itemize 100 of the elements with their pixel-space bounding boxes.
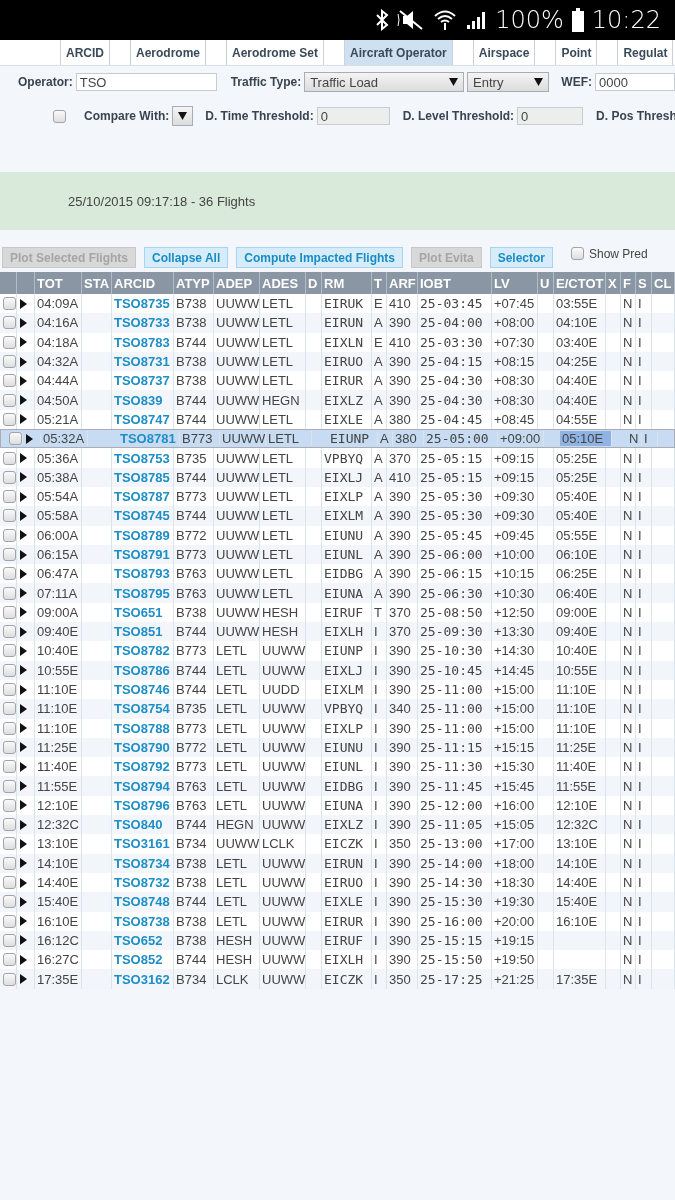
tab[interactable]: Regulat <box>617 40 674 65</box>
row-checkbox[interactable] <box>3 297 16 311</box>
flight-link[interactable]: TSO652 <box>114 932 163 948</box>
table-row[interactable]: 16:10E TSO8738 B738 LETL UUWW EIRUR I 390 25-16:00 +20:00 16:10E N I <box>0 911 675 931</box>
flight-link[interactable]: TSO8731 <box>114 354 170 370</box>
table-row[interactable]: 04:44A TSO8737 B738 UUWW LETL EIRUR A 390 25-04:30 +08:30 04:40E N I <box>0 371 675 391</box>
wef-field[interactable]: 0000 <box>595 73 675 91</box>
table-row[interactable]: 06:15A TSO8791 B773 UUWW LETL EIUNL A 390 25-06:00 +10:00 06:10E N I <box>0 544 675 565</box>
expand-icon[interactable] <box>20 665 27 676</box>
time-threshold-field[interactable]: 0 <box>316 107 390 125</box>
table-row[interactable]: 14:40E TSO8732 B738 LETL UUWW EIRUO I 390 25-14:30 +18:30 14:40E N I <box>0 872 675 893</box>
tab[interactable]: ARCID <box>60 40 110 65</box>
column-header[interactable]: E/CTOT <box>556 275 604 291</box>
table-row[interactable]: 07:11A TSO8795 B763 UUWW LETL EIUNA A 390 25-06:30 +10:30 06:40E N I <box>0 583 675 603</box>
expand-icon[interactable] <box>20 877 27 888</box>
column-header[interactable]: TOT <box>37 275 63 291</box>
flight-link[interactable]: TSO8733 <box>114 315 170 331</box>
table-row[interactable]: 17:35E TSO3162 B734 LCLK UUWW EICZK I 350 25-17:25 +21:25 17:35E N I <box>0 969 675 989</box>
flight-link[interactable]: TSO8790 <box>114 739 170 755</box>
table-row[interactable]: 06:47A TSO8793 B763 UUWW LETL EIDBG A 390 25-06:15 +10:15 06:25E N I <box>0 564 675 584</box>
flight-link[interactable]: TSO3162 <box>114 971 170 987</box>
expand-icon[interactable] <box>20 337 27 348</box>
row-checkbox[interactable] <box>3 663 16 677</box>
row-checkbox[interactable] <box>3 972 16 986</box>
table-row[interactable]: 05:21A TSO8747 B744 UUWW LETL EIXLE A 380 25-04:45 +08:45 04:55E N I <box>0 409 675 430</box>
table-row[interactable]: 05:58A TSO8745 B744 UUWW LETL EIXLM A 390 25-05:30 +09:30 05:40E N I <box>0 506 675 526</box>
flight-link[interactable]: TSO8783 <box>114 334 170 350</box>
operator-field[interactable]: TSO <box>75 73 217 91</box>
flight-link[interactable]: TSO8734 <box>114 855 170 871</box>
expand-icon[interactable] <box>20 781 27 792</box>
expand-icon[interactable] <box>20 588 27 599</box>
row-checkbox[interactable] <box>3 721 16 735</box>
flight-link[interactable]: TSO651 <box>114 604 163 620</box>
row-checkbox[interactable] <box>3 316 16 330</box>
row-checkbox[interactable] <box>3 644 16 658</box>
row-checkbox[interactable] <box>3 605 16 619</box>
table-row[interactable]: 10:55E TSO8786 B744 LETL UUWW EIXLJ I 390 25-10:45 +14:45 10:55E N I <box>0 660 675 680</box>
column-header[interactable]: IOBT <box>420 275 452 291</box>
expand-icon[interactable] <box>20 375 27 386</box>
column-header[interactable]: D <box>308 275 318 291</box>
row-checkbox[interactable] <box>3 895 16 909</box>
expand-icon[interactable] <box>20 800 27 811</box>
flight-link[interactable]: TSO8794 <box>114 778 170 794</box>
expand-icon[interactable] <box>20 414 27 425</box>
row-checkbox[interactable] <box>3 953 16 967</box>
row-checkbox[interactable] <box>3 490 16 504</box>
flight-link[interactable]: TSO8735 <box>114 296 170 312</box>
expand-icon[interactable] <box>20 819 27 830</box>
row-checkbox[interactable] <box>3 798 16 812</box>
expand-icon[interactable] <box>20 974 27 985</box>
row-checkbox[interactable] <box>3 528 16 542</box>
table-row[interactable]: 05:32A TSO8781 B773 UUWW LETL EIUNP A 380 25-05:00 +09:00 05:10E N I <box>0 429 675 449</box>
expand-icon[interactable] <box>20 723 27 734</box>
table-row[interactable]: 16:12C TSO652 B738 HESH UUWW EIRUF I 390 25-15:15 +19:15 N I <box>0 930 675 951</box>
table-row[interactable]: 04:16A TSO8733 B738 UUWW LETL EIRUN A 390 25-04:00 +08:00 04:10E N I <box>0 313 675 333</box>
expand-icon[interactable] <box>20 568 27 579</box>
table-row[interactable]: 09:00A TSO651 B738 UUWW HESH EIRUF T 370 25-08:50 +12:50 09:00E N I <box>0 602 675 623</box>
flight-link[interactable]: TSO8782 <box>114 643 170 659</box>
table-row[interactable]: 04:09A TSO8735 B738 UUWW LETL EIRUK E 410 25-03:45 +07:45 03:55E N I <box>0 294 675 314</box>
expand-icon[interactable] <box>20 549 27 560</box>
expand-icon[interactable] <box>20 742 27 753</box>
row-checkbox[interactable] <box>3 586 16 600</box>
table-row[interactable]: 11:40E TSO8792 B773 LETL UUWW EIUNL I 390 25-11:30 +15:30 11:40E N I <box>0 757 675 777</box>
row-checkbox[interactable] <box>3 393 16 407</box>
column-header[interactable]: RM <box>324 275 345 291</box>
expand-icon[interactable] <box>20 838 27 849</box>
row-checkbox[interactable] <box>3 412 16 426</box>
tab[interactable]: Aerodrome <box>130 40 206 65</box>
flight-link[interactable]: TSO8789 <box>114 527 170 543</box>
column-header[interactable]: F <box>623 275 631 291</box>
expand-icon[interactable] <box>20 858 27 869</box>
table-row[interactable]: 04:50A TSO839 B744 UUWW HEGN EIXLZ A 390 25-04:30 +08:30 04:40E N I <box>0 390 675 410</box>
flight-link[interactable]: TSO8738 <box>114 913 170 929</box>
expand-icon[interactable] <box>20 607 27 618</box>
table-row[interactable]: 06:00A TSO8789 B772 UUWW LETL EIUNU A 390 25-05:45 +09:45 05:55E N I <box>0 525 675 545</box>
column-header[interactable]: U <box>540 275 550 291</box>
flight-link[interactable]: TSO8792 <box>114 759 170 775</box>
mode-select[interactable]: Entry <box>467 72 550 92</box>
expand-icon[interactable] <box>20 298 27 309</box>
tab[interactable]: Airspace <box>472 40 536 65</box>
table-row[interactable]: 12:32C TSO840 B744 HEGN UUWW EIXLZ I 390 25-11:05 +15:05 12:32C N I <box>0 815 675 835</box>
expand-icon[interactable] <box>20 395 27 406</box>
expand-icon[interactable] <box>20 646 27 656</box>
expand-icon[interactable] <box>20 530 27 541</box>
row-checkbox[interactable] <box>3 702 16 716</box>
row-checkbox[interactable] <box>3 779 16 793</box>
row-checkbox[interactable] <box>3 933 16 947</box>
expand-icon[interactable] <box>20 491 27 502</box>
expand-icon[interactable] <box>20 472 27 483</box>
flight-link[interactable]: TSO8754 <box>114 701 170 717</box>
column-header[interactable]: T <box>374 275 382 291</box>
expand-icon[interactable] <box>20 684 27 695</box>
flight-link[interactable]: TSO8791 <box>114 547 170 562</box>
row-checkbox[interactable] <box>3 548 16 561</box>
table-row[interactable]: 11:10E TSO8746 B744 LETL UUDD EIXLM I 390 25-11:00 +15:00 11:10E N I <box>0 679 675 700</box>
flight-link[interactable]: TSO3161 <box>114 836 170 852</box>
tab[interactable]: Point <box>555 40 598 65</box>
column-header[interactable]: X <box>608 275 617 291</box>
flight-link[interactable]: TSO8793 <box>114 566 170 582</box>
row-checkbox[interactable] <box>3 355 16 369</box>
